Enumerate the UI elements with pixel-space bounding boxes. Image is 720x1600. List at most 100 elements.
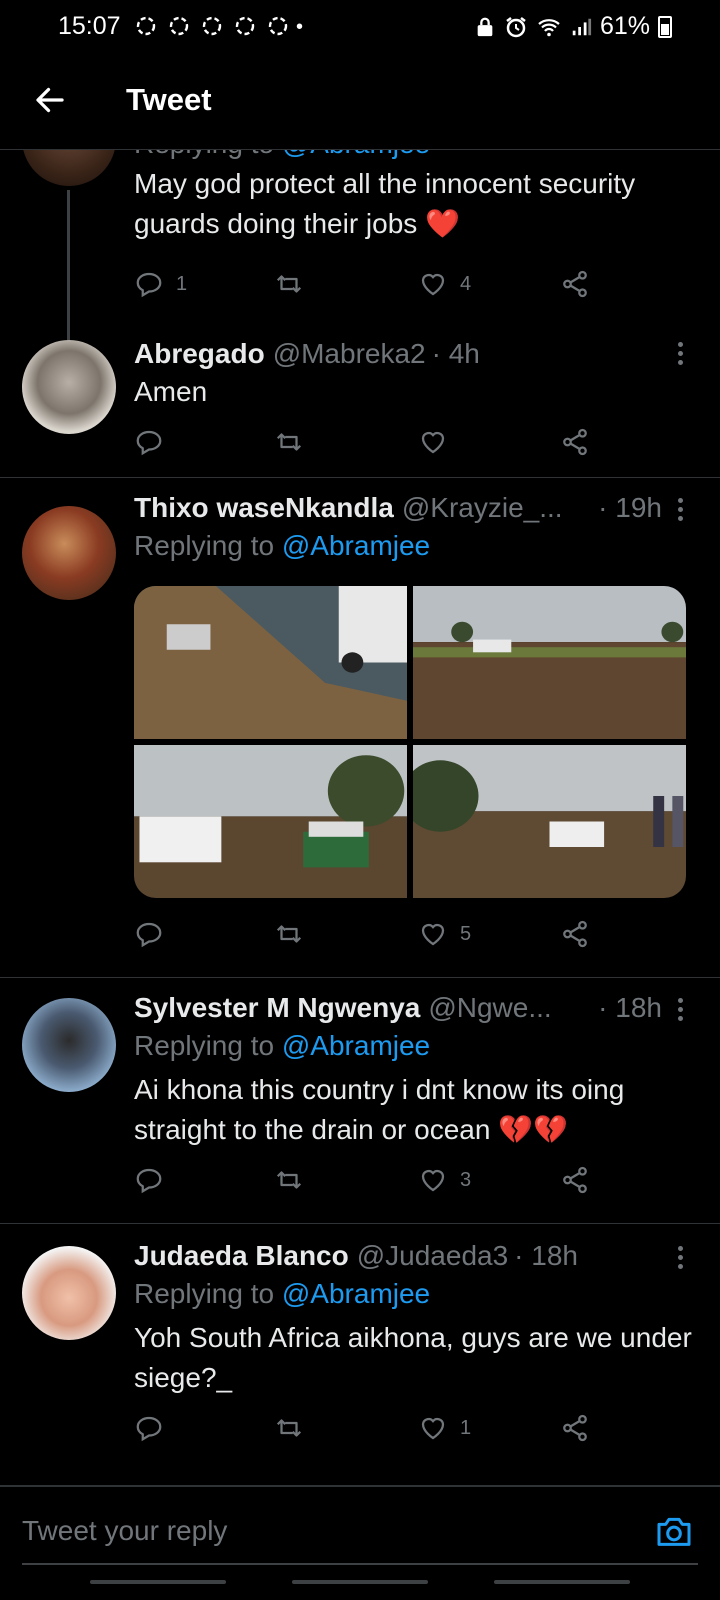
photo-4[interactable] — [413, 745, 686, 898]
like-button[interactable]: 1 — [418, 1408, 471, 1448]
lock-icon — [477, 17, 493, 36]
more-options-icon[interactable] — [676, 1246, 684, 1270]
reply-button[interactable] — [134, 914, 176, 954]
tweet-item[interactable]: Sylvester M Ngwenya @Ngwe... · 18h Reply… — [0, 978, 720, 1224]
tweet-actions: 1 4 — [134, 264, 604, 304]
like-button[interactable]: 4 — [418, 264, 471, 304]
retweet-button[interactable] — [274, 914, 316, 954]
status-time: 15:07 — [58, 12, 121, 40]
status-right: 61% — [474, 12, 672, 41]
retweet-button[interactable] — [274, 264, 316, 304]
reply-feed[interactable]: Replying to @Abramjee May god protect al… — [0, 150, 720, 1486]
replying-to: Replying to @Abramjee — [134, 150, 698, 164]
nav-hint-left — [90, 1580, 226, 1584]
retweet-button[interactable] — [274, 1408, 316, 1448]
reply-to-handle-link[interactable]: @Abramjee — [282, 1030, 430, 1061]
reply-to-handle-link[interactable]: @Abramjee — [282, 1278, 430, 1309]
tweet-time: · 18h — [598, 992, 662, 1023]
display-name[interactable]: Sylvester M Ngwenya — [134, 990, 420, 1026]
app-notification-icon — [232, 14, 258, 38]
back-arrow-icon[interactable] — [32, 82, 68, 118]
more-options-icon[interactable] — [676, 342, 684, 366]
media-grid[interactable] — [134, 586, 686, 898]
reply-button[interactable]: 1 — [134, 264, 187, 304]
tweet-text: Amen — [134, 376, 208, 407]
share-button[interactable] — [560, 422, 590, 462]
retweet-button[interactable] — [274, 1160, 316, 1200]
user-handle: @Judaeda3 — [356, 1240, 509, 1271]
photo-3[interactable] — [134, 745, 407, 898]
reply-icon — [136, 1168, 162, 1194]
replying-to: Replying to @Abramjee — [134, 530, 431, 561]
camera-icon[interactable] — [654, 1511, 694, 1551]
tweet-actions: 5 — [134, 914, 604, 954]
retweet-icon — [276, 925, 302, 943]
reply-button[interactable] — [134, 1160, 176, 1200]
like-button[interactable]: 3 — [418, 1160, 471, 1200]
replying-to: Replying to @Abramjee — [134, 1030, 431, 1061]
tweet-item[interactable]: Replying to @Abramjee May god protect al… — [0, 150, 720, 350]
reply-to-handle-link[interactable]: @Abramjee — [282, 530, 430, 561]
status-bar: 15:07 • 61% — [0, 0, 720, 52]
tweet-header: Judaeda Blanco @Judaeda3 · 18h — [134, 1238, 698, 1274]
tweet-actions: 1 — [134, 1408, 604, 1448]
display-name[interactable]: Thixo waseNkandla — [134, 490, 394, 526]
display-name[interactable]: Abregado — [134, 336, 265, 372]
user-handle: @Mabreka2 — [272, 338, 426, 369]
share-button[interactable] — [560, 914, 590, 954]
more-options-icon[interactable] — [676, 498, 684, 522]
more-notifications-dot: • — [296, 16, 304, 38]
tweet-time: · 18h — [514, 1240, 578, 1271]
tweet-text: Ai khona this country i dnt know its oin… — [134, 1074, 625, 1145]
display-name[interactable]: Judaeda Blanco — [134, 1238, 349, 1274]
avatar[interactable] — [22, 340, 116, 434]
tweet-text: May god protect all the innocent securit… — [134, 168, 636, 239]
avatar[interactable] — [22, 150, 116, 186]
tweet-item[interactable]: Abregado @Mabreka2 · 4h Amen — [0, 326, 720, 478]
like-button[interactable] — [418, 422, 460, 462]
battery-level: 61% — [599, 12, 650, 40]
photo-content — [413, 745, 686, 898]
heart-icon — [421, 1417, 445, 1440]
share-icon — [563, 428, 587, 456]
page-title: Tweet — [126, 82, 212, 117]
tweet-header: Abregado @Mabreka2 · 4h — [134, 336, 698, 372]
avatar[interactable] — [22, 506, 116, 600]
notification-icons — [133, 14, 291, 38]
like-button[interactable]: 5 — [418, 914, 471, 954]
battery-icon — [658, 15, 672, 38]
share-button[interactable] — [560, 1408, 590, 1448]
heart-icon — [421, 1169, 445, 1192]
share-button[interactable] — [560, 1160, 590, 1200]
reply-button[interactable] — [134, 422, 176, 462]
photo-1[interactable] — [134, 586, 407, 739]
reply-count: 1 — [176, 272, 188, 295]
top-app-bar: Tweet — [0, 52, 720, 150]
reply-input[interactable]: Tweet your reply — [22, 1515, 227, 1547]
retweet-icon — [276, 1419, 302, 1437]
like-count: 1 — [460, 1416, 472, 1439]
avatar[interactable] — [22, 998, 116, 1092]
reply-button[interactable] — [134, 1408, 176, 1448]
nav-hint-center — [292, 1580, 428, 1584]
tweet-actions: 3 — [134, 1160, 604, 1200]
tweet-item[interactable]: Judaeda Blanco @Judaeda3 · 18h Replying … — [0, 1224, 720, 1486]
app-notification-icon — [199, 14, 225, 38]
photo-content — [413, 586, 686, 739]
wifi-icon — [538, 18, 560, 36]
photo-2[interactable] — [413, 586, 686, 739]
reply-icon — [136, 430, 162, 456]
more-options-icon[interactable] — [676, 998, 684, 1022]
like-count: 4 — [460, 272, 472, 295]
share-button[interactable] — [560, 264, 590, 304]
reply-to-handle-link[interactable]: @Abramjee — [282, 150, 430, 159]
avatar[interactable] — [22, 1246, 116, 1340]
retweet-button[interactable] — [274, 422, 316, 462]
heart-icon — [421, 273, 445, 296]
signal-icon — [572, 18, 592, 35]
reply-icon — [136, 1416, 162, 1442]
alarm-icon — [506, 16, 526, 37]
tweet-item[interactable]: Thixo waseNkandla @Krayzie_... · 19h Rep… — [0, 478, 720, 978]
replying-to: Replying to @Abramjee — [134, 1278, 431, 1309]
user-handle: @Ngwe... — [428, 992, 552, 1023]
